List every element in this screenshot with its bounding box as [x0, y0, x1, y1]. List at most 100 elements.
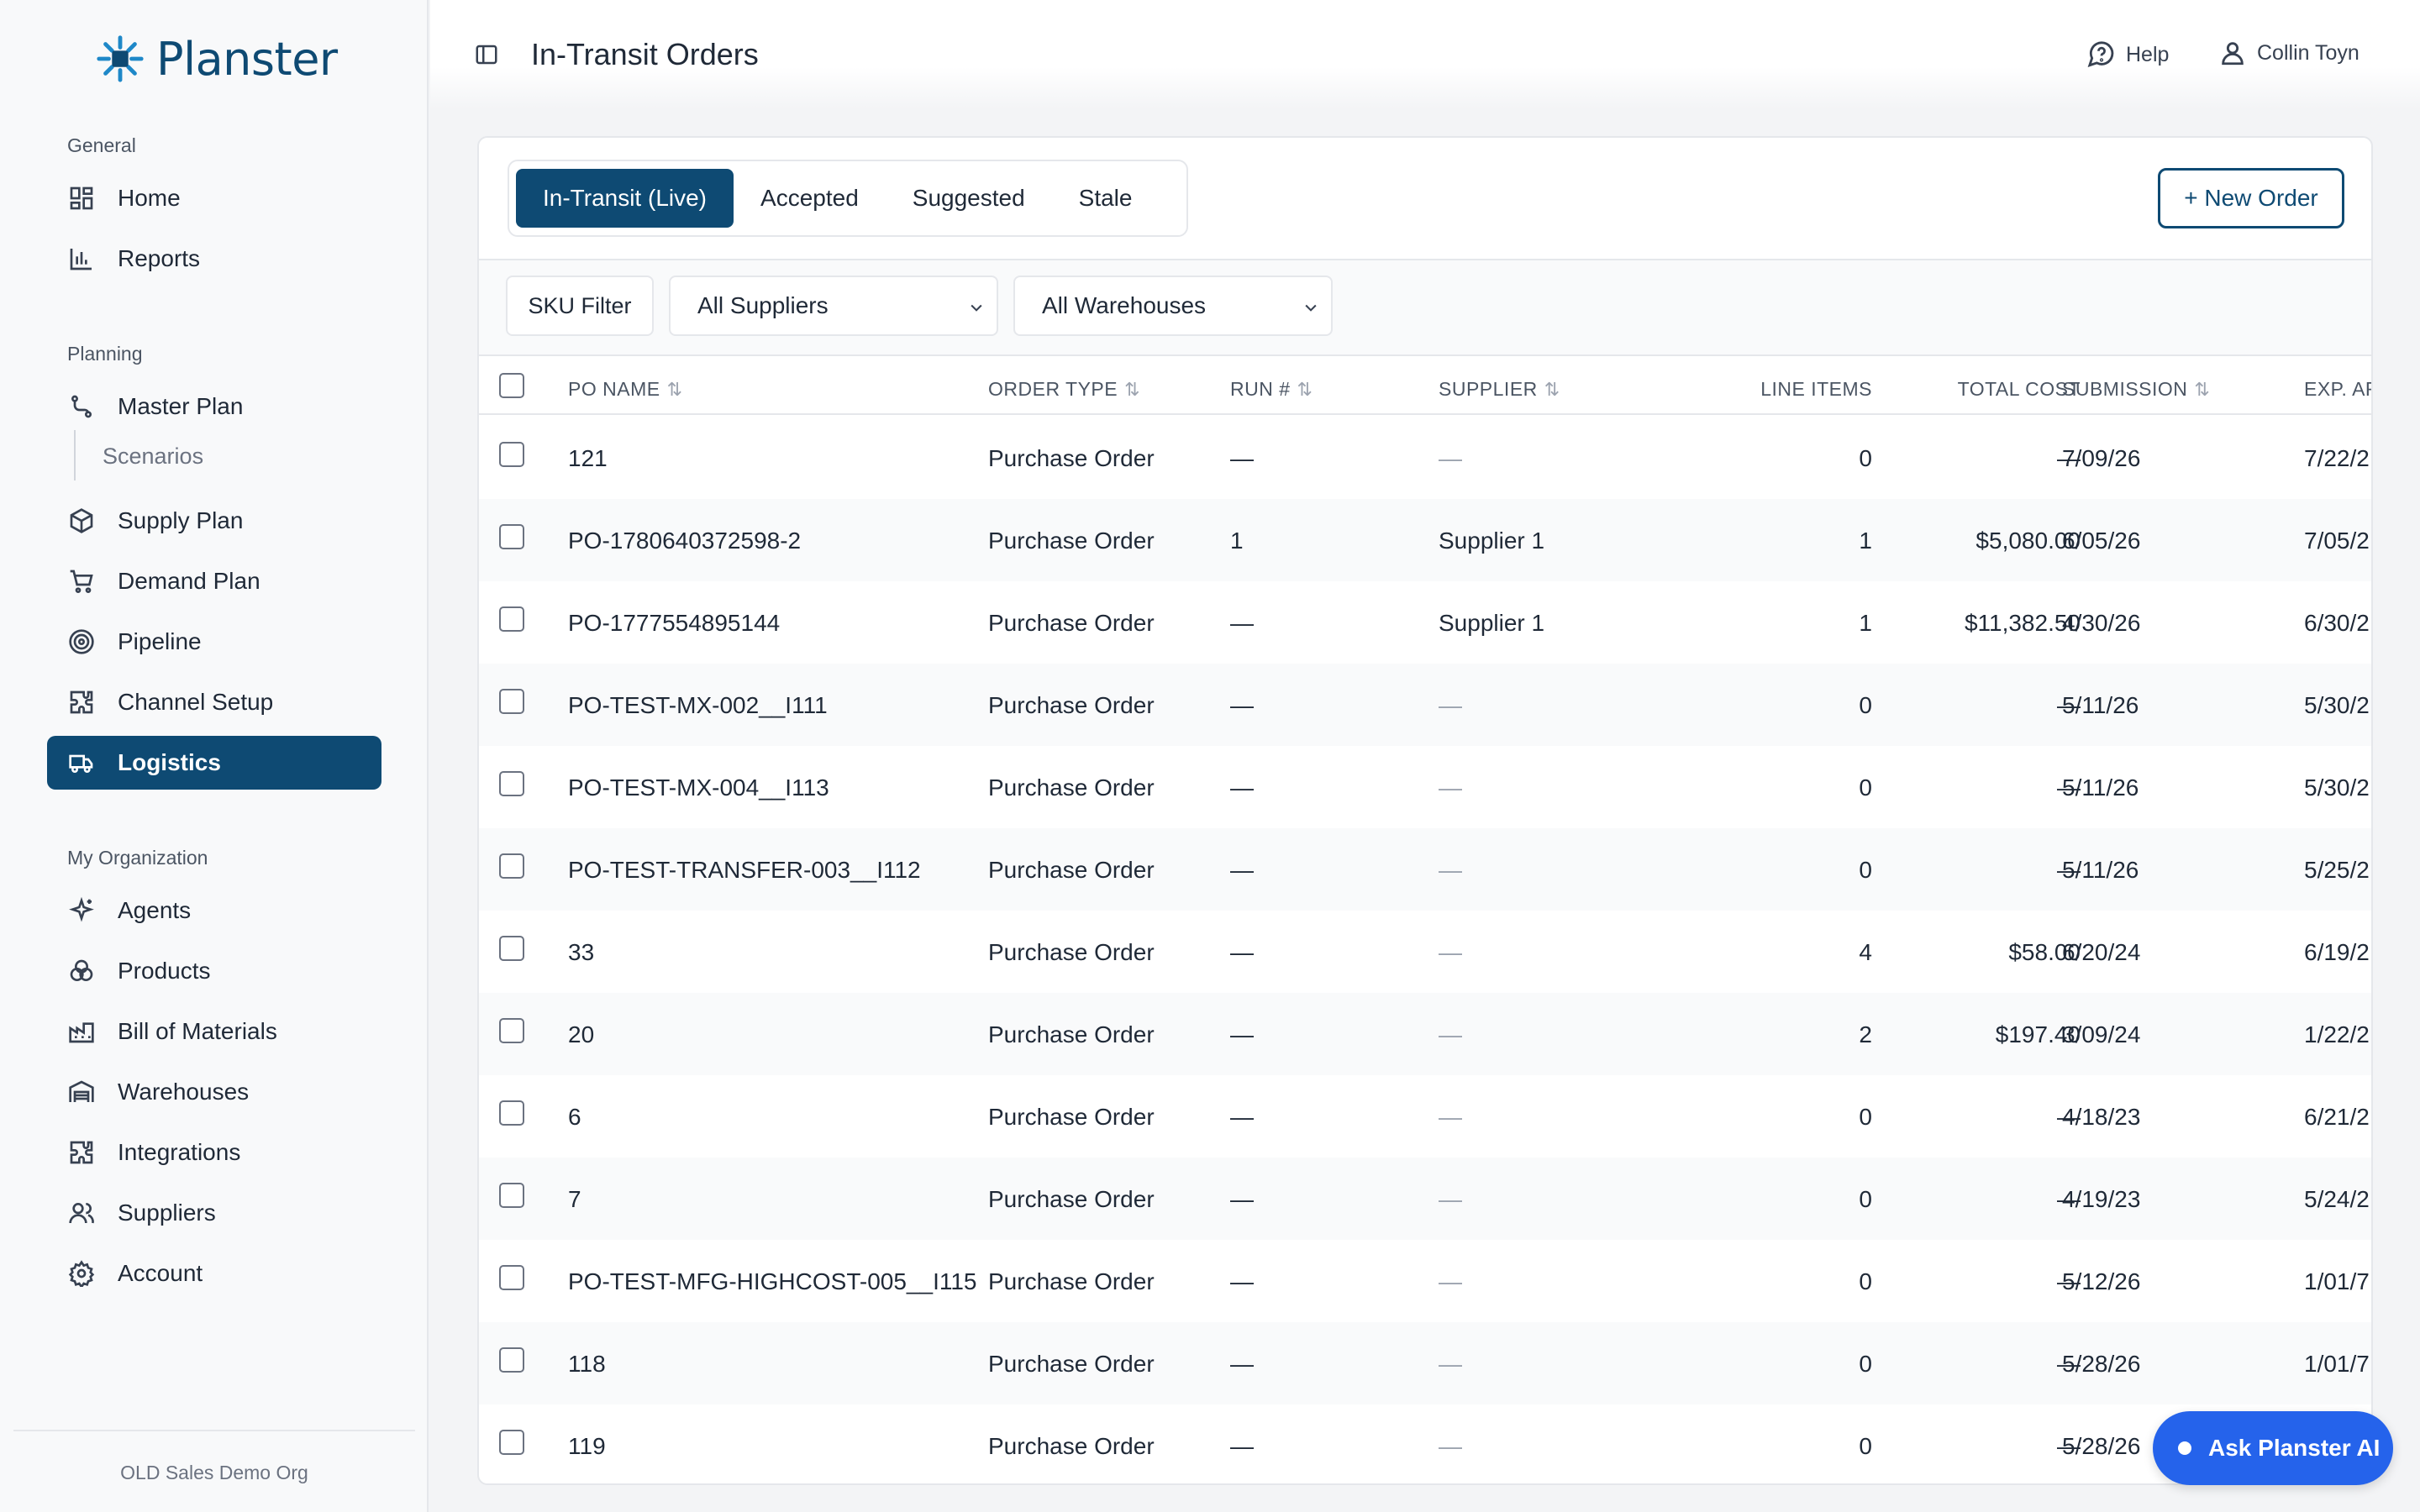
- table-row[interactable]: PO-TEST-TRANSFER-003__I112 Purchase Order…: [479, 828, 2371, 911]
- cell-po-name[interactable]: 121: [568, 445, 608, 472]
- table-row[interactable]: 33 Purchase Order — — 4 $58.00 6/20/24 6/19/2: [479, 911, 2371, 993]
- column-label: SUBMISSION: [2062, 378, 2188, 400]
- new-order-button[interactable]: + New Order: [2158, 168, 2344, 228]
- sidebar-toggle-icon[interactable]: [474, 42, 499, 67]
- row-checkbox[interactable]: [499, 1018, 524, 1043]
- tab-suggested[interactable]: Suggested: [886, 169, 1052, 228]
- cell-po-name[interactable]: 7: [568, 1186, 581, 1213]
- cell-po-name[interactable]: PO-TEST-MFG-HIGHCOST-005__I115: [568, 1268, 977, 1295]
- table-row[interactable]: 6 Purchase Order — —0—4/18/23 6/21/2: [479, 1075, 2371, 1158]
- org-name[interactable]: OLD Sales Demo Org: [0, 1462, 429, 1484]
- boxes-icon: [67, 957, 96, 985]
- sidebar-item-bill-of-materials[interactable]: Bill of Materials: [47, 1005, 381, 1058]
- sidebar-item-home[interactable]: Home: [47, 171, 381, 225]
- cell-supplier: —: [1439, 692, 1462, 718]
- cell-po-name[interactable]: PO-TEST-MX-002__I111: [568, 692, 828, 719]
- cell-order-type: Purchase Order: [988, 857, 1155, 883]
- sidebar-item-products[interactable]: Products: [47, 944, 381, 998]
- column-run[interactable]: RUN # ⇅: [1230, 378, 1313, 401]
- cell-order-type: Purchase Order: [988, 1021, 1155, 1047]
- subnav-line: [74, 430, 76, 480]
- cell-po-name[interactable]: PO-TEST-MX-004__I113: [568, 774, 829, 801]
- cell-po-name[interactable]: 20: [568, 1021, 594, 1048]
- help-button[interactable]: Help: [2087, 40, 2169, 69]
- sidebar-item-logistics[interactable]: Logistics: [47, 736, 381, 790]
- sku-filter-button[interactable]: SKU Filter: [506, 276, 654, 336]
- cell-po-name[interactable]: PO-TEST-TRANSFER-003__I112: [568, 857, 921, 884]
- table-row[interactable]: PO-TEST-MFG-HIGHCOST-005__I115 Purchase O…: [479, 1240, 2371, 1322]
- row-checkbox[interactable]: [499, 1430, 524, 1455]
- sidebar-item-label: Integrations: [118, 1139, 241, 1165]
- row-checkbox[interactable]: [499, 1347, 524, 1373]
- column-label: ORDER TYPE: [988, 378, 1118, 400]
- sidebar-item-supply-plan[interactable]: Supply Plan: [47, 494, 381, 548]
- table-row[interactable]: PO-TEST-MX-002__I111 Purchase Order — —0—5/…: [479, 664, 2371, 746]
- sidebar-item-agents[interactable]: Agents: [47, 884, 381, 937]
- cell-order-type: Purchase Order: [988, 445, 1155, 471]
- sidebar-item-scenarios[interactable]: Scenarios: [103, 444, 203, 470]
- column-order-type[interactable]: ORDER TYPE ⇅: [988, 378, 1140, 401]
- column-po-name[interactable]: PO NAME ⇅: [568, 378, 683, 401]
- cell-order-type: Purchase Order: [988, 1351, 1155, 1377]
- table-row[interactable]: 20 Purchase Order — — 2 $197.40 3/09/24 1/22/2: [479, 993, 2371, 1075]
- cell-line-items: 0: [1859, 445, 1872, 471]
- sidebar-item-label: Master Plan: [118, 393, 244, 419]
- column-total-cost: TOTAL COST: [1957, 378, 2081, 400]
- table-row[interactable]: PO-1780640372598-2 Purchase Order 1 Supplie…: [479, 499, 2371, 581]
- user-menu[interactable]: Collin Toyn: [2218, 39, 2360, 67]
- row-checkbox[interactable]: [499, 853, 524, 879]
- row-checkbox[interactable]: [499, 1100, 524, 1126]
- cell-line-items: 2: [1859, 1021, 1872, 1047]
- row-checkbox[interactable]: [499, 689, 524, 714]
- sidebar-item-integrations[interactable]: Integrations: [47, 1126, 381, 1179]
- cell-po-name[interactable]: 118: [568, 1351, 606, 1378]
- chevron-down-icon: [971, 304, 982, 312]
- sidebar-item-channel-setup[interactable]: Channel Setup: [47, 675, 381, 729]
- tab-stale[interactable]: Stale: [1052, 169, 1160, 228]
- table-row[interactable]: 7 Purchase Order — —0—4/19/23 5/24/2: [479, 1158, 2371, 1240]
- column-submission[interactable]: SUBMISSION ⇅: [2062, 378, 2210, 401]
- sidebar-item-demand-plan[interactable]: Demand Plan: [47, 554, 381, 608]
- cell-po-name[interactable]: PO-1777554895144: [568, 610, 780, 637]
- sidebar-item-warehouses[interactable]: Warehouses: [47, 1065, 381, 1119]
- cell-supplier: —: [1439, 857, 1462, 883]
- tab-accepted[interactable]: Accepted: [734, 169, 886, 228]
- column-supplier[interactable]: SUPPLIER ⇅: [1439, 378, 1560, 401]
- row-checkbox[interactable]: [499, 442, 524, 467]
- cell-total-cost: $197.40: [1995, 1021, 2081, 1047]
- supplier-select[interactable]: All Suppliers: [669, 276, 998, 336]
- ask-ai-button[interactable]: Ask Planster AI: [2153, 1411, 2393, 1485]
- table-row[interactable]: 118 Purchase Order — —0—5/28/26 1/01/7: [479, 1322, 2371, 1404]
- cell-po-name[interactable]: 119: [568, 1433, 606, 1460]
- sidebar-item-suppliers[interactable]: Suppliers: [47, 1186, 381, 1240]
- cell-po-name[interactable]: 33: [568, 939, 594, 966]
- sort-icon: ⇅: [666, 379, 683, 400]
- cell-total-cost: $58.00: [2008, 939, 2081, 965]
- cell-po-name[interactable]: 6: [568, 1104, 581, 1131]
- table-row[interactable]: 121 Purchase Order — —0—7/09/26 7/22/2: [479, 417, 2371, 499]
- select-all-checkbox[interactable]: [499, 373, 524, 398]
- cell-line-items: 0: [1859, 1351, 1872, 1377]
- header-shadow: [430, 67, 2420, 109]
- row-checkbox[interactable]: [499, 936, 524, 961]
- row-checkbox[interactable]: [499, 606, 524, 632]
- cell-supplier: —: [1439, 1186, 1462, 1212]
- cell-po-name[interactable]: PO-1780640372598-2: [568, 528, 801, 554]
- cell-exp-arrival: 5/30/2: [2304, 774, 2370, 801]
- table-row[interactable]: PO-TEST-MX-004__I113 Purchase Order — —0—5/…: [479, 746, 2371, 828]
- sidebar-item-reports[interactable]: Reports: [47, 232, 381, 286]
- sidebar-item-pipeline[interactable]: Pipeline: [47, 615, 381, 669]
- cell-line-items: 1: [1859, 610, 1872, 636]
- row-checkbox[interactable]: [499, 1265, 524, 1290]
- warehouse-select[interactable]: All Warehouses: [1013, 276, 1333, 336]
- table-row[interactable]: 119Purchase Order——0—5/28/261/01/7: [479, 1404, 2371, 1483]
- sidebar-item-master-plan[interactable]: Master Plan: [47, 380, 381, 433]
- sidebar-item-account[interactable]: Account: [47, 1247, 381, 1300]
- logo[interactable]: Planster: [94, 30, 338, 87]
- row-checkbox[interactable]: [499, 524, 524, 549]
- table-row[interactable]: PO-1777554895144 Purchase Order — Supplier …: [479, 581, 2371, 664]
- tab-in-transit[interactable]: In-Transit (Live): [516, 169, 734, 228]
- row-checkbox[interactable]: [499, 1183, 524, 1208]
- row-checkbox[interactable]: [499, 771, 524, 796]
- cell-run: —: [1230, 1186, 1254, 1212]
